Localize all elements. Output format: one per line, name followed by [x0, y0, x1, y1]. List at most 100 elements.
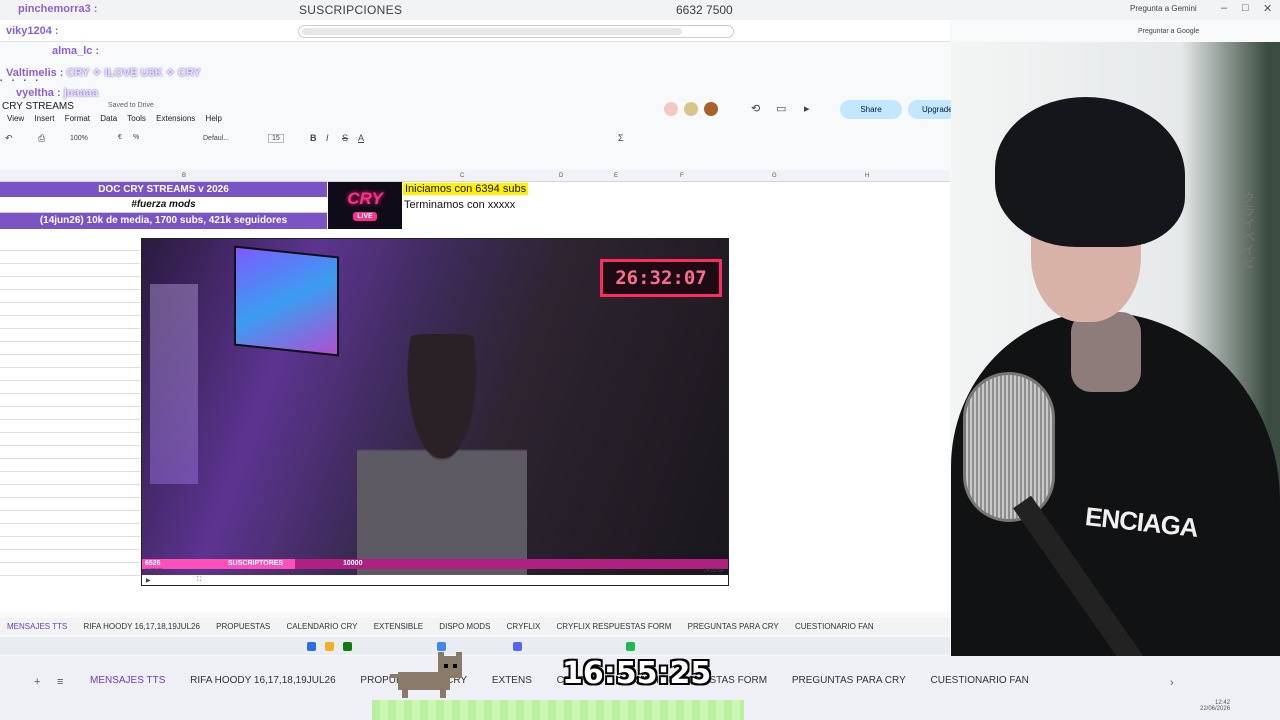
close-icon[interactable]: ✕ — [1263, 2, 1272, 15]
comment-icon[interactable]: ▭ — [776, 102, 786, 115]
collaborator-avatar[interactable] — [704, 102, 718, 116]
header-cell-stats[interactable]: (14jun26) 10k de media, 1700 subs, 421k … — [0, 213, 327, 229]
neon-sign — [150, 284, 198, 484]
print-icon[interactable]: ⎙ — [38, 133, 45, 144]
percent-icon[interactable]: % — [133, 134, 139, 141]
menu-extensions[interactable]: Extensions — [156, 114, 195, 123]
chat-user: Valtimelis : — [6, 67, 64, 79]
grid-row-line — [0, 523, 140, 524]
explorer-icon[interactable] — [325, 642, 334, 651]
collaborator-avatar[interactable] — [664, 102, 678, 116]
chat-line: Valtimelis : CRY ✧ ILOVE U3K ✧ CRY — [6, 66, 201, 79]
undo-icon[interactable]: ↶ — [5, 133, 13, 144]
menu-help[interactable]: Help — [206, 114, 222, 123]
column-letter[interactable]: D — [559, 173, 563, 179]
column-letter[interactable]: B — [182, 173, 186, 179]
meet-icon[interactable]: ▸ — [804, 102, 810, 115]
all-sheets-icon[interactable]: ≡ — [57, 676, 63, 688]
discord-icon[interactable] — [513, 642, 522, 651]
chat-message: CRY ✧ ILOVE U3K ✧ CRY — [66, 67, 201, 79]
share-button[interactable]: Share — [840, 100, 902, 119]
menu-insert[interactable]: Insert — [34, 114, 54, 123]
fullscreen-icon[interactable]: ⛶ — [197, 577, 201, 584]
text-color-icon[interactable]: A — [358, 133, 364, 143]
bottom-tab[interactable]: RIFA HOODY 16,17,18,19JUL26 — [190, 675, 335, 686]
chat-user: alma_lc : — [52, 45, 100, 57]
bold-icon[interactable]: B — [310, 133, 317, 143]
menu-view[interactable]: View — [7, 114, 24, 123]
history-icon[interactable]: ⟲ — [751, 102, 760, 115]
strikethrough-icon[interactable]: S — [342, 133, 348, 143]
xbox-icon[interactable] — [343, 642, 352, 651]
column-letter[interactable]: F — [680, 173, 684, 179]
sigma-icon[interactable]: Σ — [618, 133, 624, 143]
font-size-input[interactable]: 15 — [268, 134, 284, 143]
italic-icon[interactable]: I — [326, 133, 329, 143]
menu-data[interactable]: Data — [100, 114, 117, 123]
sheet-tab-bar: MENSAJES TTS RIFA HOODY 16,17,18,19JUL26… — [0, 618, 950, 635]
bottom-tab[interactable]: EXTENS — [492, 675, 532, 686]
grid-row-line — [0, 263, 140, 264]
currency-icon[interactable]: € — [118, 134, 122, 141]
embedded-stream-video[interactable]: 26:32:07 6526 SUSCRIPTORES 10000 ▶ 1:00:… — [141, 238, 729, 586]
bottom-tab[interactable]: MENSAJES TTS — [90, 675, 165, 686]
system-tray-clock: 12:42 22/06/2026 — [1200, 700, 1230, 712]
green-overlay-strip — [372, 700, 744, 720]
sheet-tab[interactable]: CRYFLIX RESPUESTAS FORM — [557, 618, 672, 635]
play-icon[interactable]: ▶ — [146, 577, 151, 584]
chat-message: juaaaa — [63, 87, 98, 99]
grid-row-line — [0, 276, 140, 277]
grid-row-line — [0, 419, 140, 420]
zoom-select[interactable]: 100% — [70, 135, 88, 142]
spotify-icon[interactable] — [626, 642, 635, 651]
add-sheet-icon[interactable]: + — [34, 676, 40, 688]
sheet-tab[interactable]: RIFA HOODY 16,17,18,19JUL26 — [84, 618, 200, 635]
cry-live-logo: CRY LIVE — [328, 182, 402, 229]
tray-date: 22/06/2026 — [1200, 706, 1231, 712]
header-cell-tag[interactable]: #fuerza mods — [0, 197, 327, 213]
maximize-icon[interactable]: □ — [1242, 2, 1249, 14]
streamer-figure — [357, 334, 527, 585]
bottom-tab[interactable]: PREGUNTAS PARA CRY — [792, 675, 906, 686]
menu-format[interactable]: Format — [65, 114, 90, 123]
end-subs-cell[interactable]: Terminamos con xxxxx — [404, 199, 515, 211]
sheet-tab[interactable]: PROPUESTAS — [216, 618, 270, 635]
start-subs-cell[interactable]: Iniciamos con 6394 subs — [403, 183, 529, 195]
grid-row-line — [0, 432, 140, 433]
sheet-tab[interactable]: CALENDARIO CRY — [286, 618, 357, 635]
grid-row-line — [0, 289, 140, 290]
sheet-tab[interactable]: CUESTIONARIO FAN — [795, 618, 874, 635]
logo-text: CRY — [347, 188, 383, 208]
ask-gemini-button[interactable]: Pregunta a Gemini — [1130, 4, 1197, 13]
tabs-scroll-right-icon[interactable]: › — [1170, 677, 1174, 689]
neon-kana-sign: クライベイビ — [1243, 191, 1256, 270]
sheet-tab[interactable]: MENSAJES TTS — [7, 618, 67, 635]
sheet-tab[interactable]: PREGUNTAS PARA CRY — [688, 618, 779, 635]
doc-title[interactable]: CRY STREAMS — [2, 101, 74, 112]
sheet-tab[interactable]: EXTENSIBLE — [374, 618, 423, 635]
column-letter[interactable]: C — [460, 173, 464, 179]
column-letter[interactable]: H — [865, 173, 869, 179]
stream-timer: 26:32:07 — [600, 259, 722, 297]
time-end: 24:52:58 — [704, 568, 724, 574]
collaborator-avatar[interactable] — [684, 102, 698, 116]
chat-user: pinchemorra3 : — [18, 3, 98, 15]
column-letter[interactable]: E — [614, 173, 618, 179]
grid-row-line — [0, 354, 140, 355]
column-letter[interactable]: G — [772, 173, 777, 179]
sheet-tab[interactable]: CRYFLIX — [507, 618, 541, 635]
sheet-tab[interactable]: DISPO MODS — [439, 618, 490, 635]
bookmark-item[interactable]: ▪ — [0, 78, 2, 84]
header-cell-title[interactable]: DOC CRY STREAMS v 2026 — [0, 182, 327, 197]
grid-row-line — [0, 510, 140, 511]
bottom-tab[interactable]: CUESTIONARIO FAN — [931, 675, 1029, 686]
menu-tools[interactable]: Tools — [127, 114, 146, 123]
windows-start-icon[interactable] — [307, 642, 316, 651]
minimize-icon[interactable]: – — [1221, 2, 1227, 14]
overlay-clock: 16:55:25 — [562, 656, 712, 691]
ask-google-button[interactable]: Preguntar a Google — [1138, 28, 1199, 35]
pixel-cat-icon — [390, 652, 462, 698]
studio-microphone — [963, 372, 1055, 522]
font-select[interactable]: Defaul... — [203, 135, 229, 142]
grid-row-line — [0, 458, 140, 459]
